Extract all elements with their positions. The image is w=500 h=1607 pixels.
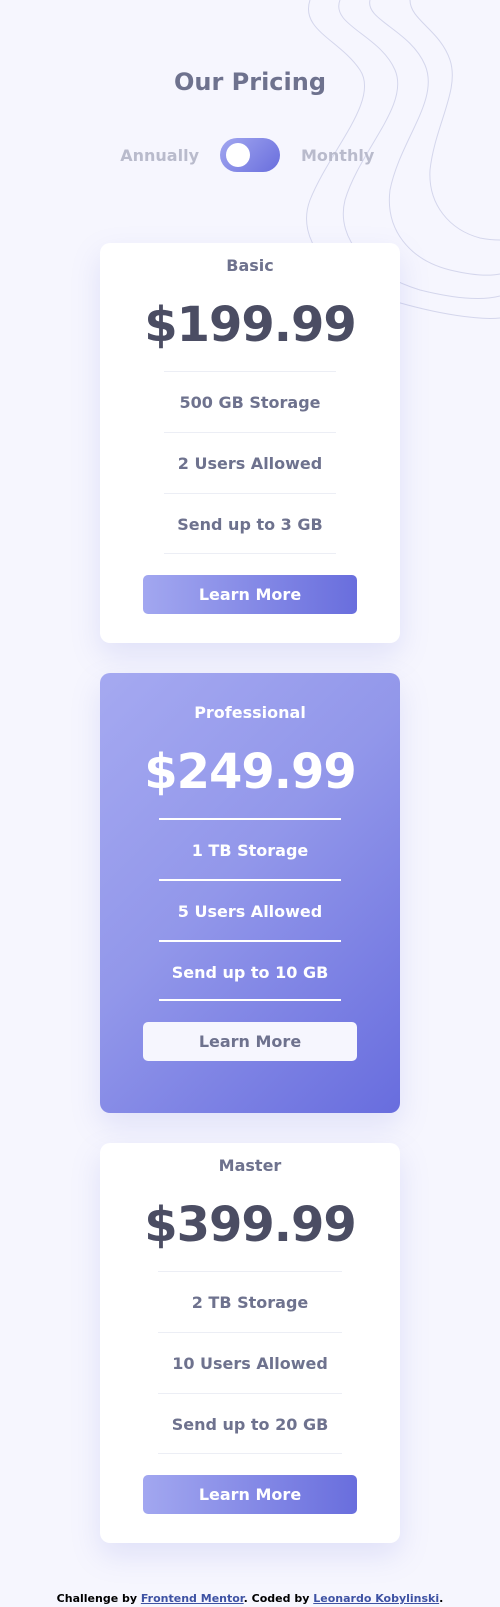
toggle-knob[interactable]	[226, 143, 250, 167]
attribution-middle: . Coded by	[243, 1592, 314, 1605]
feature-item: Send up to 3 GB	[164, 493, 336, 554]
frontend-mentor-link[interactable]: Frontend Mentor	[141, 1592, 244, 1605]
plan-name: Professional	[194, 703, 306, 722]
plan-name: Basic	[226, 256, 274, 275]
feature-item: 2 TB Storage	[158, 1271, 342, 1332]
plan-price: $249.99	[144, 744, 357, 800]
feature-item: 1 TB Storage	[159, 818, 341, 879]
attribution-suffix: .	[439, 1592, 444, 1605]
feature-item: 500 GB Storage	[164, 371, 336, 432]
feature-list: 500 GB Storage 2 Users Allowed Send up t…	[164, 371, 336, 554]
annually-label[interactable]: Annually	[89, 146, 199, 165]
feature-item: 10 Users Allowed	[158, 1332, 342, 1393]
plan-price: $199.99	[144, 297, 357, 353]
learn-more-button-master[interactable]: Learn More	[143, 1475, 357, 1514]
feature-item: Send up to 10 GB	[159, 940, 341, 1001]
plan-card-basic: Basic $199.99 500 GB Storage 2 Users All…	[100, 243, 400, 643]
feature-item: 2 Users Allowed	[164, 432, 336, 493]
feature-item: 5 Users Allowed	[159, 879, 341, 940]
learn-more-button-professional[interactable]: Learn More	[143, 1022, 357, 1061]
billing-toggle-switch[interactable]	[220, 138, 280, 172]
feature-list: 1 TB Storage 5 Users Allowed Send up to …	[159, 818, 341, 1001]
author-link[interactable]: Leonardo Kobylinski	[313, 1592, 439, 1605]
feature-item: Send up to 20 GB	[158, 1393, 342, 1454]
billing-toggle-row: Annually Monthly	[0, 138, 500, 172]
attribution-prefix: Challenge by	[56, 1592, 141, 1605]
plan-card-master: Master $399.99 2 TB Storage 10 Users All…	[100, 1143, 400, 1543]
page-title: Our Pricing	[173, 68, 327, 96]
learn-more-button-basic[interactable]: Learn More	[143, 575, 357, 614]
feature-list: 2 TB Storage 10 Users Allowed Send up to…	[158, 1271, 342, 1454]
plan-price: $399.99	[144, 1197, 357, 1253]
attribution: Challenge by Frontend Mentor. Coded by L…	[0, 1592, 500, 1605]
plan-name: Master	[218, 1156, 282, 1175]
plan-card-professional: Professional $249.99 1 TB Storage 5 User…	[100, 673, 400, 1113]
monthly-label[interactable]: Monthly	[301, 146, 411, 165]
